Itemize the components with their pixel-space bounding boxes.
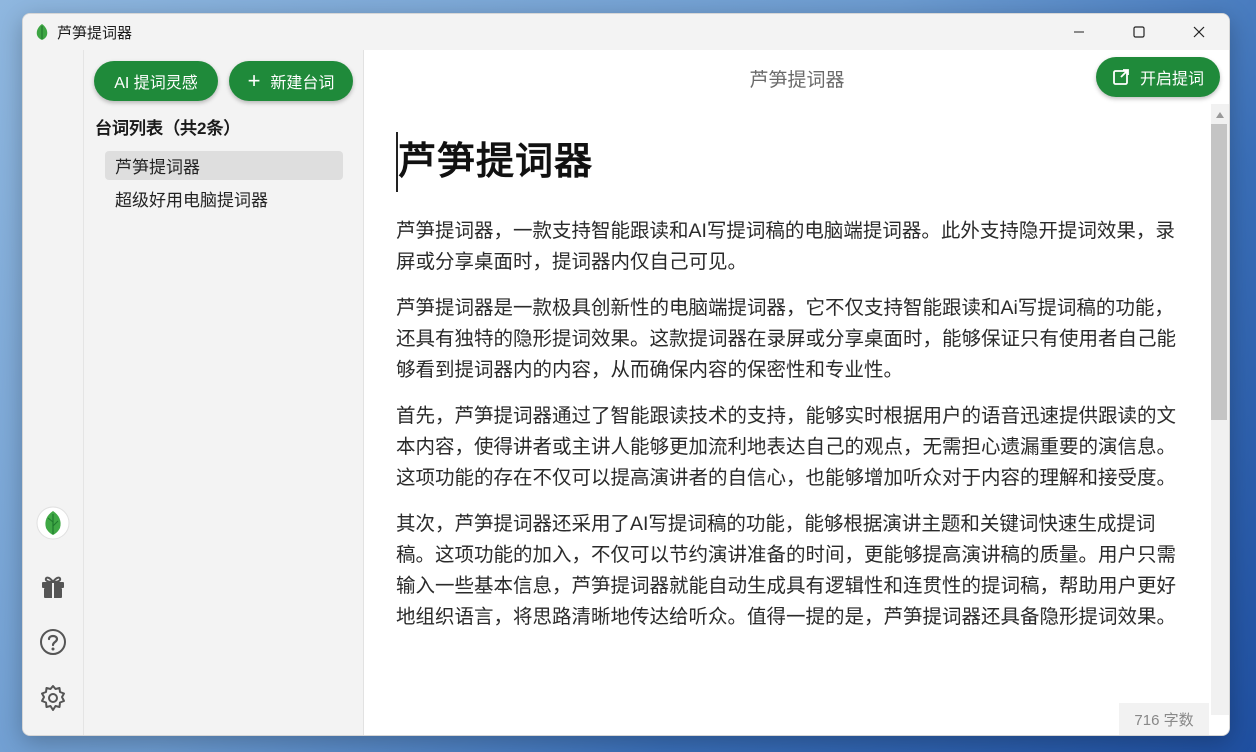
paragraph[interactable]: 芦笋提词器是一款极具创新性的电脑端提词器，它不仅支持智能跟读和Ai写提词稿的功能… [396, 293, 1178, 386]
new-script-label: 新建台词 [270, 75, 335, 92]
app-window: 芦笋提词器 AI 提词灵感 + 新建台词 台词列表（共2条） 芦笋提词器 超级好… [22, 13, 1230, 736]
gift-button[interactable] [38, 571, 68, 601]
external-open-icon [1113, 69, 1129, 85]
start-prompter-label: 开启提词 [1139, 71, 1204, 88]
paragraph[interactable]: 首先，芦笋提词器通过了智能跟读技术的支持，能够实时根据用户的语音迅速提供跟读的文… [396, 401, 1178, 494]
script-list-header: 台词列表（共2条） [95, 119, 241, 138]
logo-button[interactable] [36, 506, 70, 540]
settings-icon [41, 685, 65, 711]
ai-inspiration-button[interactable]: AI 提词灵感 [94, 61, 218, 101]
script-editor[interactable]: 芦笋提词器 芦笋提词器，一款支持智能跟读和AI写提词稿的电脑端提词器。此外支持隐… [396, 132, 1178, 648]
left-rail [23, 50, 84, 735]
paragraph[interactable]: 芦笋提词器，一款支持智能跟读和AI写提词稿的电脑端提词器。此外支持隐开提词效果，… [396, 216, 1178, 278]
editor-panel: 芦笋提词器 开启提词 芦笋提词器 芦笋提词器，一款支持智能跟读和AI写提词稿的电… [364, 50, 1229, 735]
plus-icon: + [247, 68, 261, 93]
maximize-button[interactable] [1109, 14, 1169, 50]
scroll-up-button[interactable] [1211, 108, 1229, 122]
settings-button[interactable] [38, 683, 68, 713]
new-script-button[interactable]: + 新建台词 [229, 61, 353, 101]
close-button[interactable] [1169, 14, 1229, 50]
gift-icon [42, 576, 64, 598]
help-icon [40, 629, 66, 655]
app-leaf-icon [36, 24, 48, 40]
window-title: 芦笋提词器 [57, 24, 133, 42]
title-bar[interactable]: 芦笋提词器 [23, 14, 1229, 50]
maximize-icon [1133, 26, 1145, 38]
list-item[interactable]: 超级好用电脑提词器 [105, 184, 343, 213]
ai-inspiration-label: AI 提词灵感 [114, 75, 198, 92]
minimize-button[interactable] [1049, 14, 1109, 50]
list-item[interactable]: 芦笋提词器 [105, 151, 343, 180]
app-logo-leaf-icon [36, 506, 70, 540]
document-title[interactable]: 芦笋提词器 [396, 132, 1178, 192]
script-sidebar: AI 提词灵感 + 新建台词 台词列表（共2条） 芦笋提词器 超级好用电脑提词器 [84, 50, 364, 735]
close-icon [1193, 26, 1205, 38]
word-count-badge: 716 字数 [1119, 703, 1209, 735]
scrollbar-thumb[interactable] [1211, 124, 1227, 420]
minimize-icon [1074, 31, 1084, 33]
scroll-up-icon [1216, 112, 1224, 118]
help-button[interactable] [38, 627, 68, 657]
start-prompter-button[interactable]: 开启提词 [1096, 57, 1220, 97]
paragraph[interactable]: 其次，芦笋提词器还采用了AI写提词稿的功能，能够根据演讲主题和关键词快速生成提词… [396, 509, 1178, 633]
